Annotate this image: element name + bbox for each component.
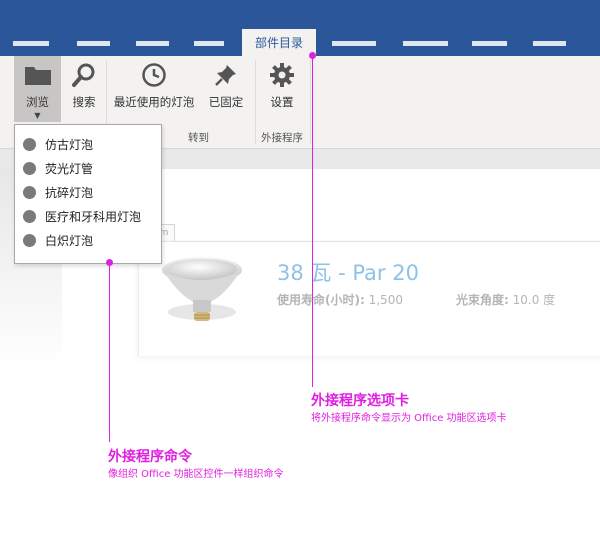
caret-down-icon: ▼: [34, 111, 41, 120]
search-icon: [71, 56, 97, 94]
clock-icon: [141, 56, 167, 94]
callout-tab-desc: 将外接程序命令显示为 Office 功能区选项卡: [311, 413, 507, 424]
tab-placeholder[interactable]: [13, 41, 49, 46]
callout-tab-line: [312, 56, 313, 387]
menu-item-shatter-resistant[interactable]: 抗碎灯泡: [23, 181, 93, 203]
spec-angle: 光束角度: 10.0 度: [456, 291, 555, 308]
product-title: 38 瓦 - Par 20: [277, 261, 419, 285]
tab-placeholder[interactable]: [194, 41, 224, 46]
group-label-goto: 转到: [188, 132, 209, 144]
tab-placeholder[interactable]: [136, 41, 169, 46]
tab-placeholder[interactable]: [533, 41, 566, 46]
menu-item-label: 医疗和牙科用灯泡: [45, 209, 142, 224]
bullet-icon: [23, 161, 36, 175]
recent-bulbs-button[interactable]: 最近使用的灯泡: [111, 56, 197, 122]
bullet-icon: [23, 185, 36, 199]
bulb-image: [158, 252, 246, 328]
callout-command-line: [109, 263, 110, 442]
tab-placeholder[interactable]: [403, 41, 448, 46]
search-button[interactable]: 搜索: [64, 56, 104, 122]
pinned-button[interactable]: 已固定: [205, 56, 247, 122]
group-label-addins: 外接程序: [261, 132, 303, 144]
tab-parts-catalog[interactable]: 部件目录: [242, 29, 316, 56]
browse-label: 浏览: [26, 95, 49, 109]
menu-item-label: 白炽灯泡: [45, 233, 94, 248]
callout-command-desc: 像组织 Office 功能区控件一样组织命令: [108, 469, 284, 480]
ribbon-tab-bar: 部件目录: [0, 0, 600, 56]
menu-item-medical-dental[interactable]: 医疗和牙科用灯泡: [23, 205, 141, 227]
menu-item-label: 荧光灯管: [45, 161, 94, 176]
settings-button[interactable]: 设置: [261, 56, 303, 122]
menu-item-fluorescent-tubes[interactable]: 荧光灯管: [23, 157, 93, 179]
spec-life: 使用寿命(小时): 1,500: [277, 291, 403, 308]
bullet-icon: [23, 209, 36, 223]
folder-icon: [24, 56, 52, 94]
callout-tab-title: 外接程序选项卡: [311, 393, 409, 409]
callout-command-title: 外接程序命令: [108, 449, 192, 465]
pin-icon: [214, 56, 238, 94]
bullet-icon: [23, 233, 36, 247]
bullet-icon: [23, 137, 36, 151]
menu-item-label: 抗碎灯泡: [45, 185, 94, 200]
browse-button[interactable]: 浏览 ▼: [14, 56, 61, 122]
gear-icon: [269, 56, 295, 94]
search-label: 搜索: [72, 95, 96, 109]
pinned-label: 已固定: [208, 95, 244, 109]
settings-label: 设置: [270, 95, 294, 109]
tab-placeholder[interactable]: [77, 41, 110, 46]
tab-placeholder[interactable]: [472, 41, 507, 46]
spec-life-value: 1,500: [368, 293, 403, 307]
menu-item-antique-bulbs[interactable]: 仿古灯泡: [23, 133, 93, 155]
group-divider: [310, 60, 311, 144]
recent-label: 最近使用的灯泡: [113, 95, 195, 109]
spec-life-label: 使用寿命(小时):: [277, 293, 365, 307]
spec-angle-value: 10.0 度: [512, 293, 556, 307]
menu-item-incandescent[interactable]: 白炽灯泡: [23, 229, 93, 251]
spec-angle-label: 光束角度:: [456, 293, 509, 307]
menu-item-label: 仿古灯泡: [45, 137, 94, 152]
group-divider: [255, 60, 256, 144]
tab-placeholder[interactable]: [332, 41, 376, 46]
browse-dropdown-menu: 仿古灯泡 荧光灯管 抗碎灯泡 医疗和牙科用灯泡 白炽灯泡: [14, 124, 162, 264]
